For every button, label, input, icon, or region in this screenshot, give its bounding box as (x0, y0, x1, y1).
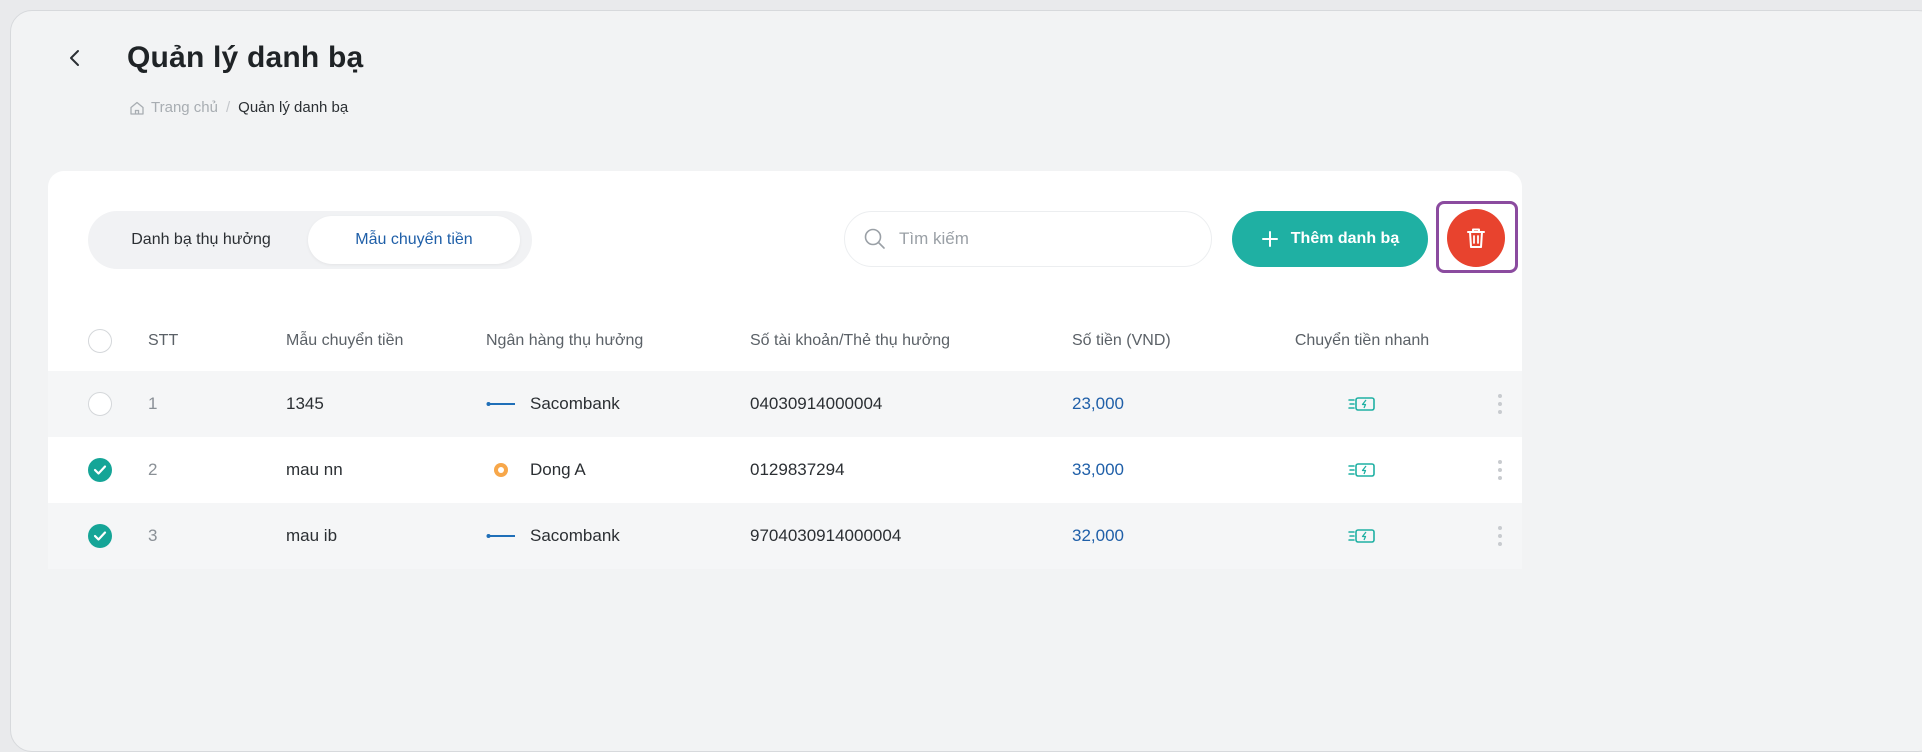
breadcrumb-home[interactable]: Trang chủ (129, 99, 218, 116)
trash-icon (1467, 228, 1485, 248)
row-stt: 1 (148, 394, 158, 413)
table-row[interactable]: 2 mau nn Dong A 0129837294 33,000 (48, 437, 1522, 503)
sacombank-logo-icon (486, 529, 516, 543)
home-icon (130, 101, 144, 115)
tab-beneficiary-contacts[interactable]: Danh bạ thụ hưởng (94, 216, 308, 264)
search-input[interactable] (899, 229, 1179, 249)
sacombank-logo-icon (486, 397, 516, 411)
row-checkbox[interactable] (88, 392, 112, 416)
back-button[interactable] (63, 43, 87, 73)
donga-bank-logo-icon (486, 463, 516, 477)
quick-transfer-icon[interactable] (1348, 462, 1376, 478)
column-header-template: Mẫu chuyển tiền (286, 332, 404, 349)
row-bank-name: Dong A (530, 460, 586, 479)
row-account-number: 9704030914000004 (750, 526, 902, 545)
row-amount: 33,000 (1072, 460, 1124, 479)
breadcrumb: Trang chủ / Quản lý danh bạ (129, 99, 348, 116)
table-row[interactable]: 1 1345 Sacombank 04030914000004 23,000 (48, 371, 1522, 437)
row-checkbox[interactable] (88, 524, 112, 548)
templates-table: STT Mẫu chuyển tiền Ngân hàng thụ hưởng … (48, 311, 1522, 569)
row-template-name: 1345 (286, 394, 324, 413)
column-header-account: Số tài khoản/Thẻ thụ hưởng (750, 332, 950, 349)
plus-icon (1261, 231, 1278, 247)
quick-transfer-icon[interactable] (1348, 396, 1376, 412)
delete-button[interactable] (1447, 209, 1505, 267)
row-template-name: mau ib (286, 526, 338, 545)
row-stt: 3 (148, 526, 158, 545)
table-row[interactable]: 3 mau ib Sacombank 9704030914000004 32,0… (48, 503, 1522, 569)
tab-transfer-templates[interactable]: Mẫu chuyển tiền (308, 216, 520, 264)
more-options-icon[interactable] (1492, 522, 1508, 550)
breadcrumb-home-label: Trang chủ (151, 99, 218, 116)
table-header: STT Mẫu chuyển tiền Ngân hàng thụ hưởng … (48, 311, 1522, 371)
check-icon (93, 531, 107, 541)
quick-transfer-icon[interactable] (1348, 528, 1376, 544)
column-header-quick-transfer: Chuyển tiền nhanh (1294, 332, 1430, 349)
contacts-card: Danh bạ thụ hưởng Mẫu chuyển tiền Thêm d… (48, 171, 1522, 569)
row-template-name: mau nn (286, 460, 343, 479)
chevron-left-icon (70, 50, 79, 66)
row-amount: 32,000 (1072, 526, 1124, 545)
search-box (844, 211, 1212, 267)
add-contact-label: Thêm danh bạ (1290, 230, 1400, 247)
add-contact-button[interactable]: Thêm danh bạ (1232, 211, 1428, 267)
more-options-icon[interactable] (1492, 456, 1508, 484)
page-title: Quản lý danh bạ (127, 41, 364, 74)
app-window: Quản lý danh bạ Trang chủ / Quản lý danh… (10, 10, 1922, 752)
row-checkbox[interactable] (88, 458, 112, 482)
column-header-amount: Số tiền (VND) (1072, 332, 1171, 349)
check-icon (93, 465, 107, 475)
breadcrumb-separator: / (225, 99, 231, 116)
column-header-bank: Ngân hàng thụ hưởng (486, 332, 644, 349)
row-bank-name: Sacombank (530, 394, 620, 413)
row-account-number: 04030914000004 (750, 394, 883, 413)
breadcrumb-current: Quản lý danh bạ (238, 99, 349, 116)
select-all-checkbox[interactable] (88, 329, 112, 353)
search-icon (864, 228, 885, 249)
more-options-icon[interactable] (1492, 390, 1508, 418)
row-bank-name: Sacombank (530, 526, 620, 545)
row-stt: 2 (148, 460, 158, 479)
column-header-stt: STT (148, 332, 179, 349)
row-account-number: 0129837294 (750, 460, 845, 479)
tab-switcher: Danh bạ thụ hưởng Mẫu chuyển tiền (88, 211, 532, 269)
row-amount: 23,000 (1072, 394, 1124, 413)
